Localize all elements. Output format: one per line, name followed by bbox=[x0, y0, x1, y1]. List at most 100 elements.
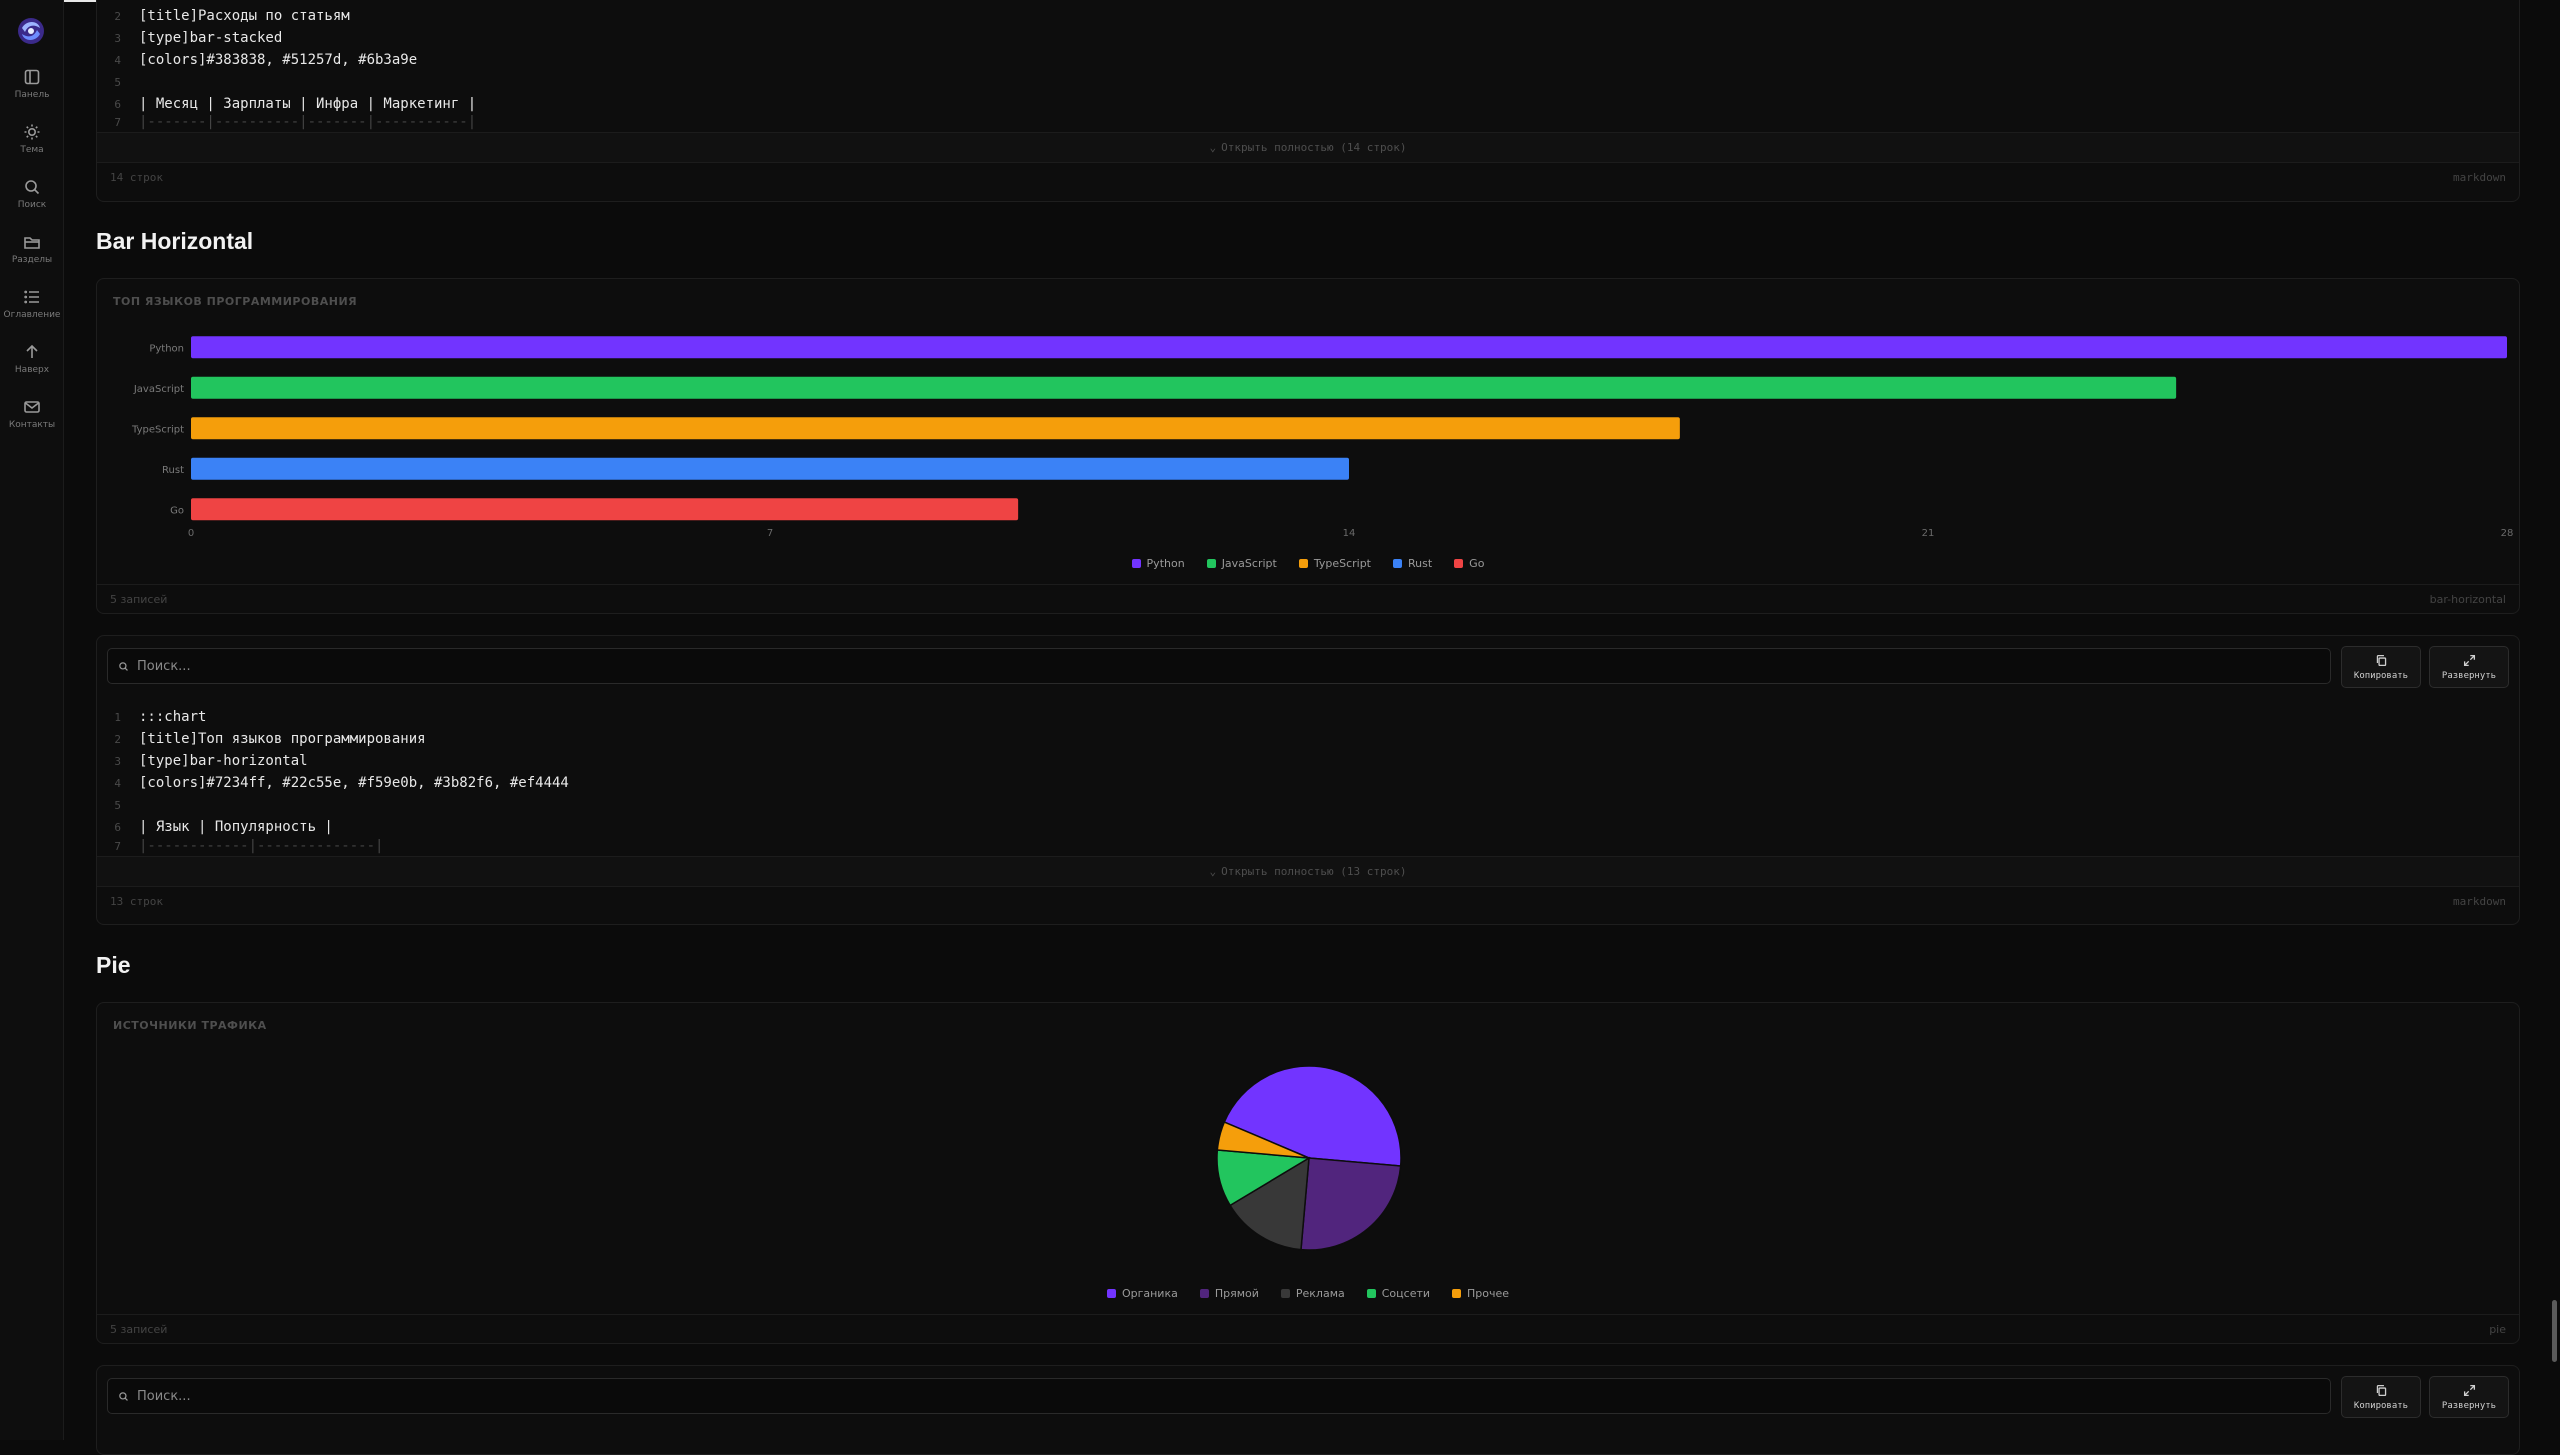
x-tick-label: 0 bbox=[188, 528, 194, 539]
sidebar-item-theme[interactable]: Тема bbox=[0, 123, 64, 171]
code-block-pie: Копировать Развернуть bbox=[96, 1365, 2520, 1455]
x-tick-label: 14 bbox=[1343, 528, 1356, 539]
code-line: 4 [colors]#7234ff, #22c55e, #f59e0b, #3b8… bbox=[114, 775, 569, 791]
legend-label: Python bbox=[1146, 557, 1185, 570]
legend-item[interactable]: Go bbox=[1454, 557, 1484, 570]
code-line: 4 [colors]#383838, #51257d, #6b3a9e bbox=[114, 52, 418, 68]
code-block-bar-horizontal: Копировать Развернуть 1:::chart 2[title]… bbox=[96, 635, 2520, 925]
legend-item[interactable]: Rust bbox=[1393, 557, 1432, 570]
code-line: 5 bbox=[114, 75, 121, 89]
sidebar-item-label: Поиск bbox=[17, 200, 47, 210]
search-icon bbox=[119, 1391, 128, 1401]
expand-icon bbox=[2463, 1384, 2475, 1396]
pie-chart-card: ИСТОЧНИКИ ТРАФИКА Органика Прямой Реклама С… bbox=[96, 1002, 2520, 1344]
sun-icon bbox=[24, 124, 40, 140]
main-content: 2 [title]Расходы по статьям 3 [type]bar-st… bbox=[96, 0, 2520, 1455]
bar-chart: Python JavaScript TypeScript Rust Go 0 7 14 21 28 bbox=[131, 336, 2513, 539]
sidebar: Панель Тема Поиск Разделы Оглавление Нав… bbox=[0, 0, 64, 1440]
bar-python bbox=[191, 336, 2507, 359]
legend-item[interactable]: Реклама bbox=[1280, 1287, 1345, 1300]
logo-icon[interactable] bbox=[16, 16, 46, 46]
legend-label: Rust bbox=[1408, 557, 1433, 570]
sidebar-item-toc[interactable]: Оглавление bbox=[0, 288, 64, 336]
legend-item[interactable]: Соцсети bbox=[1366, 1287, 1430, 1300]
legend-label: TypeScript bbox=[1313, 557, 1371, 570]
legend-item[interactable]: JavaScript bbox=[1206, 557, 1277, 570]
copy-button[interactable]: Копировать bbox=[2341, 646, 2421, 688]
legend-swatch bbox=[1452, 1289, 1462, 1298]
expand-code-button[interactable]: ⌄ Открыть полностью (13 строк) bbox=[97, 856, 2519, 886]
bar-typescript bbox=[191, 417, 1680, 440]
bar-javascript bbox=[191, 376, 2177, 399]
expand-code-button[interactable]: ⌄ Открыть полностью (14 строк) bbox=[97, 132, 2519, 162]
code-block-bar-stacked: 2 [title]Расходы по статьям 3 [type]bar-st… bbox=[96, 0, 2520, 202]
sidebar-item-contacts[interactable]: Контакты bbox=[0, 398, 64, 446]
y-tick-label: TypeScript bbox=[131, 424, 184, 435]
code-search-field[interactable] bbox=[107, 648, 2331, 684]
code-footer: 13 строк markdown bbox=[97, 886, 2519, 916]
sidebar-item-label: Контакты bbox=[8, 420, 56, 430]
code-line: 3 [type]bar-stacked bbox=[114, 30, 283, 46]
sidebar-item-label: Разделы bbox=[11, 255, 53, 265]
code-line: 2 [title]Расходы по статьям bbox=[114, 8, 350, 24]
expand-fullscreen-button[interactable]: Развернуть bbox=[2429, 646, 2509, 688]
search-input[interactable] bbox=[137, 1388, 2037, 1404]
pie-slice-1 bbox=[1300, 1157, 1402, 1251]
expand-icon bbox=[2463, 654, 2475, 666]
y-tick-label: Python bbox=[149, 343, 184, 354]
sidebar-item-panel[interactable]: Панель bbox=[0, 68, 64, 116]
code-search-field[interactable] bbox=[107, 1378, 2331, 1414]
y-tick-label: JavaScript bbox=[133, 384, 184, 395]
legend-label: Прямой bbox=[1214, 1287, 1259, 1300]
legend-swatch bbox=[1131, 559, 1141, 568]
code-line: 7 |------------|--------------| bbox=[114, 838, 384, 854]
sidebar-item-label: Панель bbox=[14, 90, 50, 100]
list-icon bbox=[24, 290, 39, 304]
search-input[interactable] bbox=[137, 658, 2037, 674]
copy-icon bbox=[2376, 654, 2386, 666]
mail-icon bbox=[24, 401, 40, 413]
legend-item[interactable]: TypeScript bbox=[1298, 557, 1371, 570]
expand-fullscreen-button[interactable]: Развернуть bbox=[2429, 1376, 2509, 1418]
code-line: 5 bbox=[114, 798, 121, 812]
sidebar-item-top[interactable]: Наверх bbox=[0, 343, 64, 391]
y-tick-label: Go bbox=[170, 505, 184, 516]
code-footer: 14 строк markdown bbox=[97, 162, 2519, 192]
legend-label: JavaScript bbox=[1221, 557, 1277, 570]
copy-button[interactable]: Копировать bbox=[2341, 1376, 2421, 1418]
sidebar-item-label: Наверх bbox=[14, 365, 50, 375]
legend-item[interactable]: Прямой bbox=[1199, 1287, 1259, 1300]
search-icon bbox=[25, 180, 40, 195]
legend-swatch bbox=[1366, 1289, 1376, 1298]
bar-go bbox=[191, 498, 1019, 521]
legend-swatch bbox=[1298, 559, 1308, 568]
sidebar-item-label: Оглавление bbox=[3, 310, 61, 320]
y-tick-label: Rust bbox=[162, 465, 184, 476]
section-heading: Pie bbox=[96, 952, 131, 978]
legend-item[interactable]: Python bbox=[1131, 557, 1185, 570]
code-line: 3 [type]bar-horizontal bbox=[114, 753, 308, 769]
bar-rust bbox=[191, 457, 1349, 480]
folder-icon bbox=[24, 237, 40, 249]
chart-footer: 5 записей bar-horizontal bbox=[97, 584, 2519, 613]
page-scrollbar[interactable] bbox=[2552, 1300, 2557, 1362]
pie-chart bbox=[1216, 1065, 1402, 1251]
code-line: 1:::chart bbox=[114, 709, 207, 725]
legend-swatch bbox=[1199, 1289, 1209, 1298]
search-icon bbox=[119, 661, 128, 671]
legend-swatch bbox=[1393, 559, 1402, 568]
legend-label: Органика bbox=[1121, 1287, 1178, 1300]
sidebar-item-label: Тема bbox=[20, 145, 44, 155]
sidebar-item-search[interactable]: Поиск bbox=[0, 178, 64, 226]
chart-footer: 5 записей pie bbox=[97, 1314, 2519, 1343]
code-line: 7 |-------|----------|-------|-----------… bbox=[114, 114, 477, 130]
arrow-up-icon bbox=[26, 344, 38, 358]
chart-legend: Python JavaScript TypeScript Rust Go bbox=[97, 557, 2519, 570]
x-tick-label: 21 bbox=[1922, 528, 1935, 539]
chart-legend: Органика Прямой Реклама Соцсети Прочее bbox=[97, 1287, 2519, 1300]
code-line: 2 [title]Топ языков программирования bbox=[114, 731, 426, 747]
bar-chart-card: ТОП ЯЗЫКОВ ПРОГРАММИРОВАНИЯ Python JavaSc… bbox=[96, 278, 2520, 614]
legend-item[interactable]: Органика bbox=[1106, 1287, 1178, 1300]
sidebar-item-sections[interactable]: Разделы bbox=[0, 233, 64, 281]
legend-item[interactable]: Прочее bbox=[1452, 1287, 1509, 1300]
